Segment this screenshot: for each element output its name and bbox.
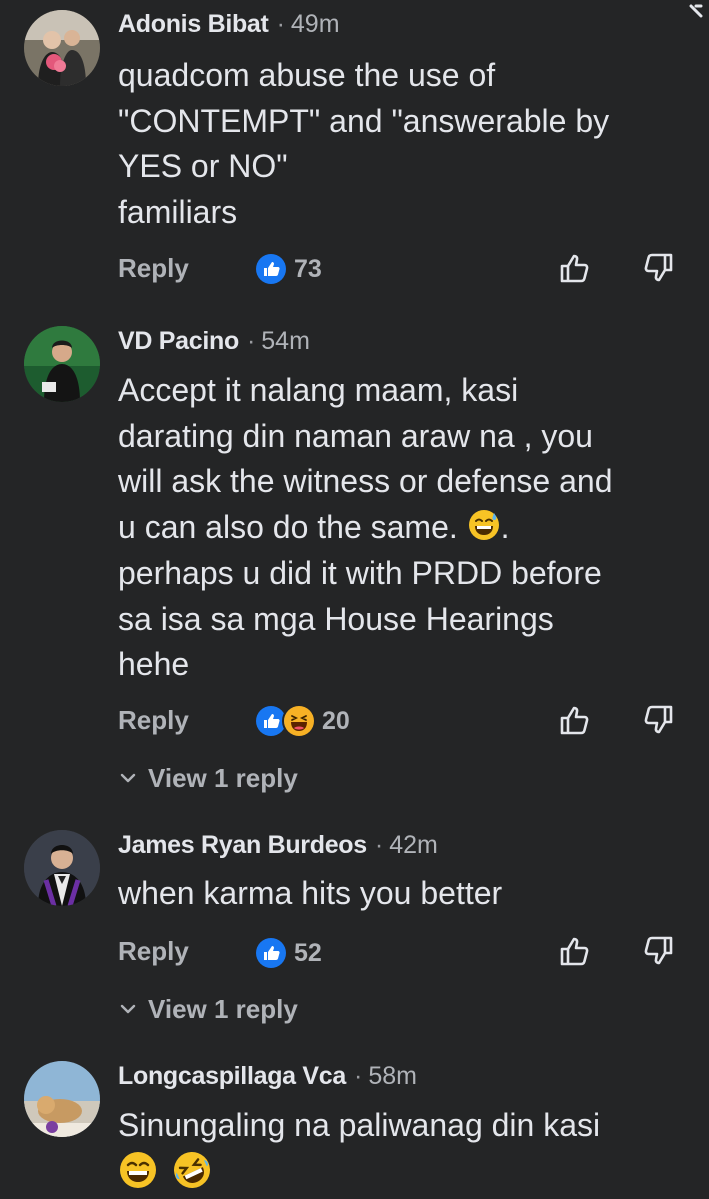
- comment-timestamp[interactable]: 58m: [368, 1062, 417, 1090]
- grinning-sweat-emoji: [467, 508, 501, 542]
- reply-button[interactable]: Reply: [118, 253, 189, 283]
- corner-menu-icon: [689, 4, 703, 18]
- comment-timestamp[interactable]: 42m: [389, 831, 438, 859]
- reply-button[interactable]: Reply: [118, 936, 189, 966]
- rolling-laughing-emoji: [174, 1152, 210, 1188]
- reaction-summary[interactable]: 73: [254, 252, 322, 286]
- view-replies-link[interactable]: View 1 reply: [118, 763, 298, 793]
- thumbs-up-outline-icon: [560, 937, 589, 966]
- comment-text: Accept it nalang maam, kasi darating din…: [118, 368, 698, 688]
- upvote-button[interactable]: [557, 251, 591, 285]
- reaction-count: 52: [294, 938, 322, 967]
- comment-timestamp[interactable]: 54m: [261, 327, 310, 355]
- comment-text: Sinungaling na paliwanag din kasi: [118, 1107, 601, 1143]
- like-icon: [254, 936, 288, 970]
- comment-author[interactable]: Longcaspillaga Vca: [118, 1062, 346, 1090]
- comment-text: when karma hits you better: [118, 875, 503, 911]
- avatar[interactable]: [24, 326, 100, 402]
- thumbs-down-outline-icon: [644, 705, 673, 734]
- chevron-down-icon: [120, 1004, 136, 1014]
- like-icon: [254, 252, 288, 286]
- separator-dot: ·: [354, 1062, 363, 1090]
- comment-author[interactable]: Adonis Bibat: [118, 10, 269, 38]
- avatar[interactable]: [24, 10, 100, 86]
- downvote-button[interactable]: [642, 251, 676, 285]
- view-replies-link[interactable]: View 1 reply: [118, 994, 298, 1024]
- comment-author[interactable]: VD Pacino: [118, 327, 239, 355]
- haha-icon: [282, 704, 316, 738]
- thumbs-down-outline-icon: [644, 936, 673, 965]
- comment-timestamp[interactable]: 49m: [291, 10, 340, 38]
- upvote-button[interactable]: [557, 703, 591, 737]
- trailing-emojis: [118, 1150, 212, 1190]
- downvote-button[interactable]: [642, 934, 676, 968]
- comment-text-part: Accept it nalang maam, kasi darating din…: [118, 372, 613, 546]
- comment-text: quadcom abuse the use of "CONTEMPT" and …: [118, 57, 610, 231]
- view-replies-label: View 1 reply: [148, 994, 298, 1024]
- separator-dot: ·: [374, 831, 384, 859]
- thumbs-up-outline-icon: [560, 254, 589, 283]
- chevron-down-icon: [120, 773, 136, 783]
- reaction-summary[interactable]: 20: [254, 704, 350, 738]
- reaction-summary[interactable]: 52: [254, 936, 322, 970]
- separator-dot: ·: [246, 327, 256, 355]
- thumbs-up-outline-icon: [560, 706, 589, 735]
- thumbs-down-outline-icon: [644, 253, 673, 282]
- reaction-count: 73: [294, 254, 322, 283]
- downvote-button[interactable]: [642, 703, 676, 737]
- reply-button[interactable]: Reply: [118, 705, 189, 735]
- comment-author[interactable]: James Ryan Burdeos: [118, 831, 367, 859]
- avatar[interactable]: [24, 830, 100, 906]
- avatar[interactable]: [24, 1061, 100, 1137]
- upvote-button[interactable]: [557, 934, 591, 968]
- view-replies-label: View 1 reply: [148, 763, 298, 793]
- reaction-count: 20: [322, 706, 350, 735]
- grinning-squinting-emoji: [120, 1152, 156, 1188]
- separator-dot: ·: [276, 10, 285, 38]
